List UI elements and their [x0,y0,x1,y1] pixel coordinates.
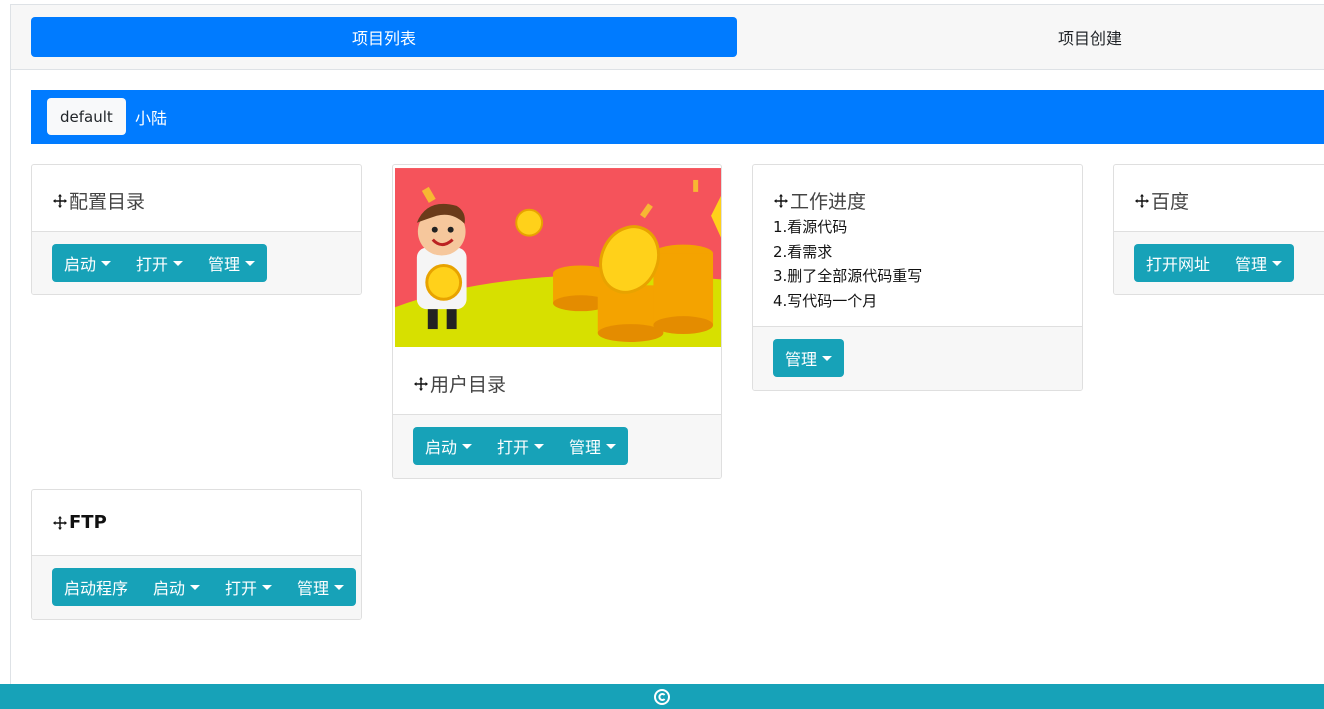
start-dropdown-button[interactable]: 启动 [64,251,112,275]
page-footer [0,684,1324,709]
card-footer: 打开网址 管理 [1114,231,1324,294]
caret-down-icon [245,260,256,266]
manage-dropdown-button[interactable]: 管理 [1235,251,1283,275]
group-bar: default 小陆 [31,90,1324,144]
card-footer: 启动 打开 管理 [393,414,721,478]
launch-program-button[interactable]: 启动程序 [64,575,128,599]
progress-line: 3.删了全部源代码重写 [773,267,923,285]
project-card-ftp: FTP 启动程序 启动 打开 管理 [31,489,362,620]
caret-down-icon [262,584,273,590]
move-icon[interactable] [52,515,68,531]
action-button-group: 启动 打开 管理 [52,244,268,282]
move-icon[interactable] [773,193,789,209]
card-title-text: FTP [69,512,107,533]
progress-line: 4.写代码一个月 [773,291,878,310]
caret-down-icon [190,584,201,590]
caret-down-icon [173,260,184,266]
action-button-group: 打开网址 管理 [1134,244,1295,282]
caret-down-icon [334,584,345,590]
caret-down-icon [462,443,473,449]
card-title-text: 工作进度 [790,191,867,213]
action-button-group: 启动 打开 管理 [413,427,629,465]
move-icon[interactable] [413,376,429,392]
group-tab-xiaolu[interactable]: 小陆 [135,98,167,135]
caret-down-icon [822,355,833,361]
card-image [395,168,721,347]
progress-line: 1.看源代码 [773,218,848,236]
project-card-progress: 工作进度 1.看源代码 2.看需求 3.删了全部源代码重写 4.写代码一个月 管… [752,164,1083,391]
move-icon[interactable] [1134,193,1150,209]
card-footer: 管理 [753,326,1082,390]
copyright-icon [654,688,670,705]
caret-down-icon [1272,260,1283,266]
tab-project-create[interactable]: 项目创建 [737,17,1324,57]
card-title: 配置目录 [52,187,341,214]
caret-down-icon [606,443,617,449]
card-footer: 启动 打开 管理 [32,231,361,294]
action-button-group: 启动程序 启动 打开 管理 [52,568,357,606]
caret-down-icon [534,443,545,449]
top-nav: 项目列表 项目创建 [10,4,1324,70]
open-url-button[interactable]: 打开网址 [1146,251,1210,275]
card-title-text: 配置目录 [69,191,146,213]
group-tab-default[interactable]: default [47,98,126,135]
project-card-user: 用户目录 启动 打开 管理 [392,164,722,479]
action-button-group: 管理 [773,339,845,377]
open-dropdown-button[interactable]: 打开 [136,251,184,275]
card-title-text: 百度 [1151,191,1190,213]
card-title-text: 用户目录 [430,374,507,396]
project-card-config: 配置目录 启动 打开 管理 [31,164,362,295]
move-icon[interactable] [52,193,68,209]
manage-dropdown-button[interactable]: 管理 [208,251,256,275]
start-dropdown-button[interactable]: 启动 [425,434,473,458]
card-title: 百度 [1134,187,1312,214]
card-footer: 启动程序 启动 打开 管理 [32,555,361,619]
manage-dropdown-button[interactable]: 管理 [297,575,345,599]
progress-line: 2.看需求 [773,242,833,261]
manage-dropdown-button[interactable]: 管理 [569,434,617,458]
card-text: 1.看源代码 2.看需求 3.删了全部源代码重写 4.写代码一个月 [773,215,1062,313]
start-dropdown-button[interactable]: 启动 [153,575,201,599]
project-card-baidu: 百度 打开网址 管理 [1113,164,1324,295]
card-title: 用户目录 [413,370,506,397]
open-dropdown-button[interactable]: 打开 [497,434,545,458]
open-dropdown-button[interactable]: 打开 [225,575,273,599]
manage-dropdown-button[interactable]: 管理 [785,346,833,370]
card-title: FTP [52,512,341,533]
caret-down-icon [101,260,112,266]
card-title: 工作进度 [773,187,1062,214]
tab-project-list[interactable]: 项目列表 [31,17,737,57]
